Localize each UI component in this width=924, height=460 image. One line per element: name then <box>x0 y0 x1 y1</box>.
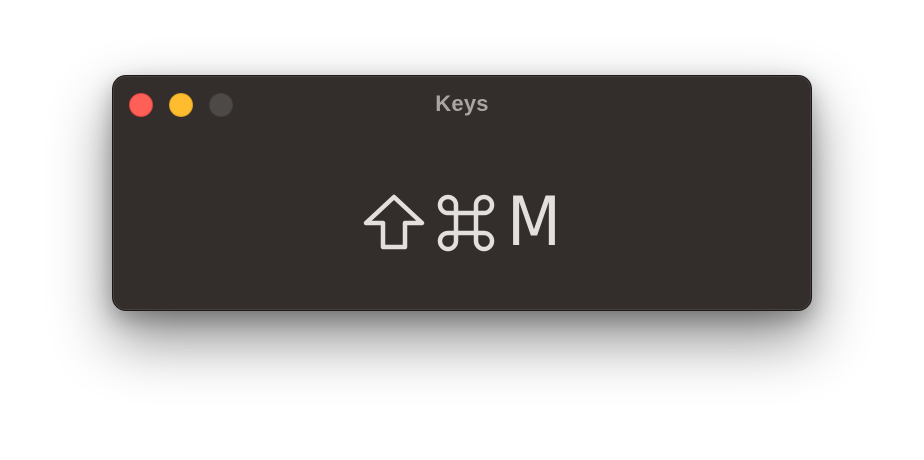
shift-icon <box>359 192 429 254</box>
desktop-background: Keys M <box>0 0 924 460</box>
title-bar[interactable]: Keys <box>113 76 811 132</box>
key-letter: M <box>506 183 561 262</box>
key-combination-display: M <box>113 183 811 262</box>
window-title: Keys <box>435 91 489 116</box>
command-icon <box>435 192 497 254</box>
keys-window: Keys M <box>112 75 812 311</box>
